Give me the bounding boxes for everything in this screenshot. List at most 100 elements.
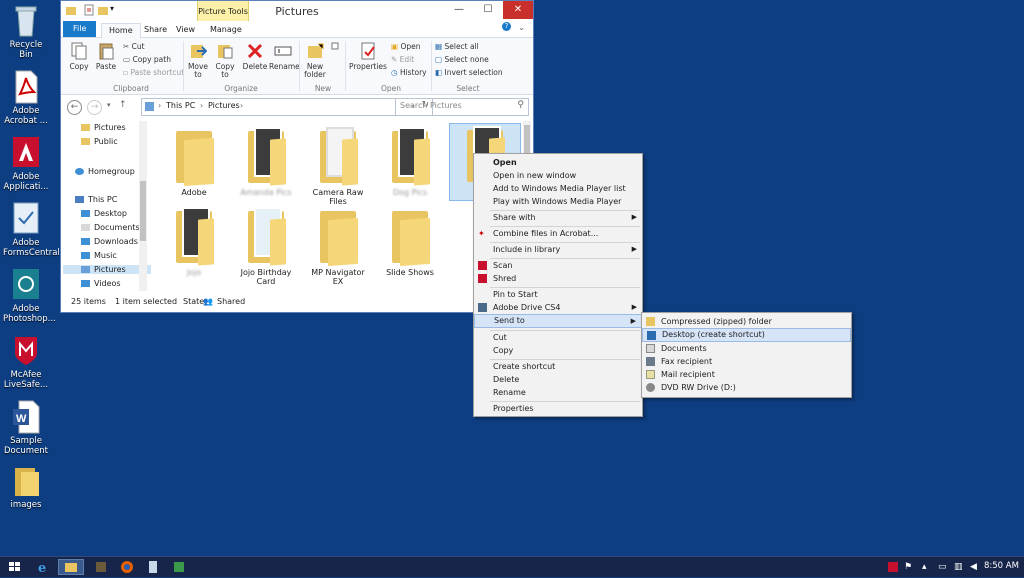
nav-item-documents[interactable]: Documents	[81, 223, 140, 232]
scrollbar-thumb[interactable]	[140, 181, 146, 241]
menu-item-shred[interactable]: Shred	[474, 272, 642, 285]
copy-to-button[interactable]: Copy to	[212, 42, 238, 79]
chevron-down-icon[interactable]: ⌄	[518, 23, 525, 32]
move-to-button[interactable]: Move to	[185, 42, 211, 79]
menu-item-copy[interactable]: Copy	[474, 344, 642, 357]
send-to-desktop-shortcut[interactable]: Desktop (create shortcut)	[642, 328, 851, 342]
search-box[interactable]: Search Pictures ⚲	[395, 98, 529, 116]
edit-button[interactable]: ✎ Edit	[391, 55, 414, 64]
menu-item-pin-to-start[interactable]: Pin to Start	[474, 288, 642, 301]
network-icon[interactable]: ▥	[954, 559, 968, 575]
minimize-button[interactable]: —	[445, 1, 473, 19]
history-button[interactable]: ◷ History	[391, 68, 427, 77]
desktop-icon-adobe-formscentral[interactable]: Adobe FormsCentral	[3, 202, 60, 258]
breadcrumb-pictures[interactable]: Pictures	[208, 101, 240, 110]
clock[interactable]: 8:50 AM	[984, 561, 1019, 571]
menu-item-include-library[interactable]: Include in library ▶	[474, 243, 642, 256]
paste-button[interactable]: Paste	[93, 42, 119, 71]
folder-item[interactable]: Camera Raw Files	[305, 125, 371, 206]
folder-item[interactable]: Dog Pics	[377, 125, 443, 197]
firefox-icon[interactable]	[116, 559, 138, 575]
menu-item-create-shortcut[interactable]: Create shortcut	[474, 360, 642, 373]
send-to-documents[interactable]: Documents	[642, 342, 851, 355]
tab-manage[interactable]: Manage	[203, 23, 249, 37]
tab-view[interactable]: View	[169, 23, 202, 37]
nav-item-pictures-selected[interactable]: Pictures	[63, 265, 151, 274]
document-app-icon[interactable]	[142, 559, 164, 575]
cut-button[interactable]: ✂ Cut	[123, 42, 145, 51]
send-to-dvd-drive[interactable]: DVD RW Drive (D:)	[642, 381, 851, 394]
nav-item-pictures[interactable]: Pictures	[81, 123, 126, 132]
menu-item-open-new-window[interactable]: Open in new window	[474, 169, 642, 182]
select-all-button[interactable]: ▦ Select all	[435, 42, 479, 51]
menu-item-play-wmp[interactable]: Play with Windows Media Player	[474, 195, 642, 208]
send-to-mail-recipient[interactable]: Mail recipient	[642, 368, 851, 381]
copy-button[interactable]: Copy	[67, 42, 91, 71]
rename-button[interactable]: Rename	[269, 42, 300, 71]
file-explorer-icon[interactable]	[58, 559, 84, 575]
nav-item-downloads[interactable]: Downloads	[81, 237, 138, 246]
desktop-icon-adobe-acrobat[interactable]: Adobe Acrobat ...	[3, 70, 49, 126]
close-button[interactable]: ✕	[503, 1, 533, 19]
folder-item[interactable]: MP Navigator EX	[305, 205, 371, 286]
menu-item-add-to-wmp[interactable]: Add to Windows Media Player list	[474, 182, 642, 195]
menu-item-delete[interactable]: Delete	[474, 373, 642, 386]
tab-home[interactable]: Home	[101, 23, 141, 38]
new-folder-button[interactable]: New folder	[301, 42, 329, 79]
breadcrumb-this-pc[interactable]: This PC	[166, 101, 195, 110]
select-none-button[interactable]: ▢ Select none	[435, 55, 489, 64]
send-to-fax-recipient[interactable]: Fax recipient	[642, 355, 851, 368]
folder-item[interactable]: Jojo	[161, 205, 227, 277]
folder-item[interactable]: Slide Shows	[377, 205, 443, 277]
help-icon[interactable]: ?	[502, 22, 511, 31]
nav-item-public[interactable]: Public	[81, 137, 118, 146]
nav-item-music[interactable]: Music	[81, 251, 117, 260]
folder-item[interactable]: Adobe	[161, 125, 227, 197]
maximize-button[interactable]: ☐	[474, 1, 502, 19]
desktop-icon-recycle-bin[interactable]: Recycle Bin	[3, 4, 49, 60]
back-button[interactable]: ←	[67, 100, 82, 115]
nav-scrollbar[interactable]	[139, 121, 147, 291]
menu-item-adobe-drive[interactable]: Adobe Drive CS4 ▶	[474, 301, 642, 314]
internet-explorer-icon[interactable]: e	[32, 559, 54, 576]
flag-icon[interactable]: ⚑	[904, 559, 918, 575]
start-button[interactable]	[4, 559, 26, 575]
battery-icon[interactable]: ▭	[938, 559, 952, 575]
show-hidden-icons[interactable]: ▴	[922, 559, 936, 575]
desktop-icon-mcafee[interactable]: McAfee LiveSafe...	[3, 334, 49, 390]
open-button[interactable]: ▣ Open	[391, 42, 421, 51]
nav-item-desktop[interactable]: Desktop	[81, 209, 127, 218]
send-to-compressed-folder[interactable]: Compressed (zipped) folder	[642, 315, 851, 328]
nav-item-homegroup[interactable]: Homegroup	[75, 167, 135, 176]
delete-button[interactable]: Delete	[241, 42, 269, 71]
paste-shortcut-button[interactable]: ▫ Paste shortcut	[123, 68, 184, 77]
forward-button[interactable]: →	[87, 100, 102, 115]
desktop-icon-images[interactable]: images	[3, 464, 49, 510]
menu-item-send-to[interactable]: Send to ▶	[474, 314, 642, 328]
nav-item-videos[interactable]: Videos	[81, 279, 121, 288]
menu-item-rename[interactable]: Rename	[474, 386, 642, 399]
desktop-icon-adobe-application[interactable]: Adobe Applicati...	[3, 136, 49, 192]
app-icon[interactable]	[90, 559, 112, 575]
tab-file[interactable]: File	[63, 21, 97, 37]
app-green-icon[interactable]	[168, 559, 190, 575]
menu-item-properties[interactable]: Properties	[474, 402, 642, 415]
recent-locations-icon[interactable]: ▾	[107, 101, 111, 109]
menu-item-combine-acrobat[interactable]: ✦ Combine files in Acrobat...	[474, 227, 642, 240]
menu-item-cut[interactable]: Cut	[474, 331, 642, 344]
properties-button[interactable]: Properties	[349, 42, 387, 71]
folder-item[interactable]: Jojo Birthday Card	[233, 205, 299, 286]
nav-item-this-pc[interactable]: This PC	[75, 195, 117, 204]
menu-item-scan[interactable]: Scan	[474, 259, 642, 272]
search-icon[interactable]: ⚲	[517, 100, 524, 110]
up-button[interactable]: ↑	[119, 100, 127, 110]
menu-item-share-with[interactable]: Share with ▶	[474, 211, 642, 224]
volume-icon[interactable]: ◀	[970, 559, 984, 575]
desktop-icon-sample-document[interactable]: W Sample Document	[3, 400, 49, 456]
folder-item[interactable]: Amanda Pics	[233, 125, 299, 197]
title-bar[interactable]: ▾ Picture Tools Pictures — ☐ ✕	[61, 1, 533, 21]
invert-selection-button[interactable]: ◧ Invert selection	[435, 68, 503, 77]
copy-path-button[interactable]: ▭ Copy path	[123, 55, 171, 64]
search-input[interactable]: Search Pictures	[400, 101, 462, 110]
menu-item-open[interactable]: Open	[474, 156, 642, 169]
